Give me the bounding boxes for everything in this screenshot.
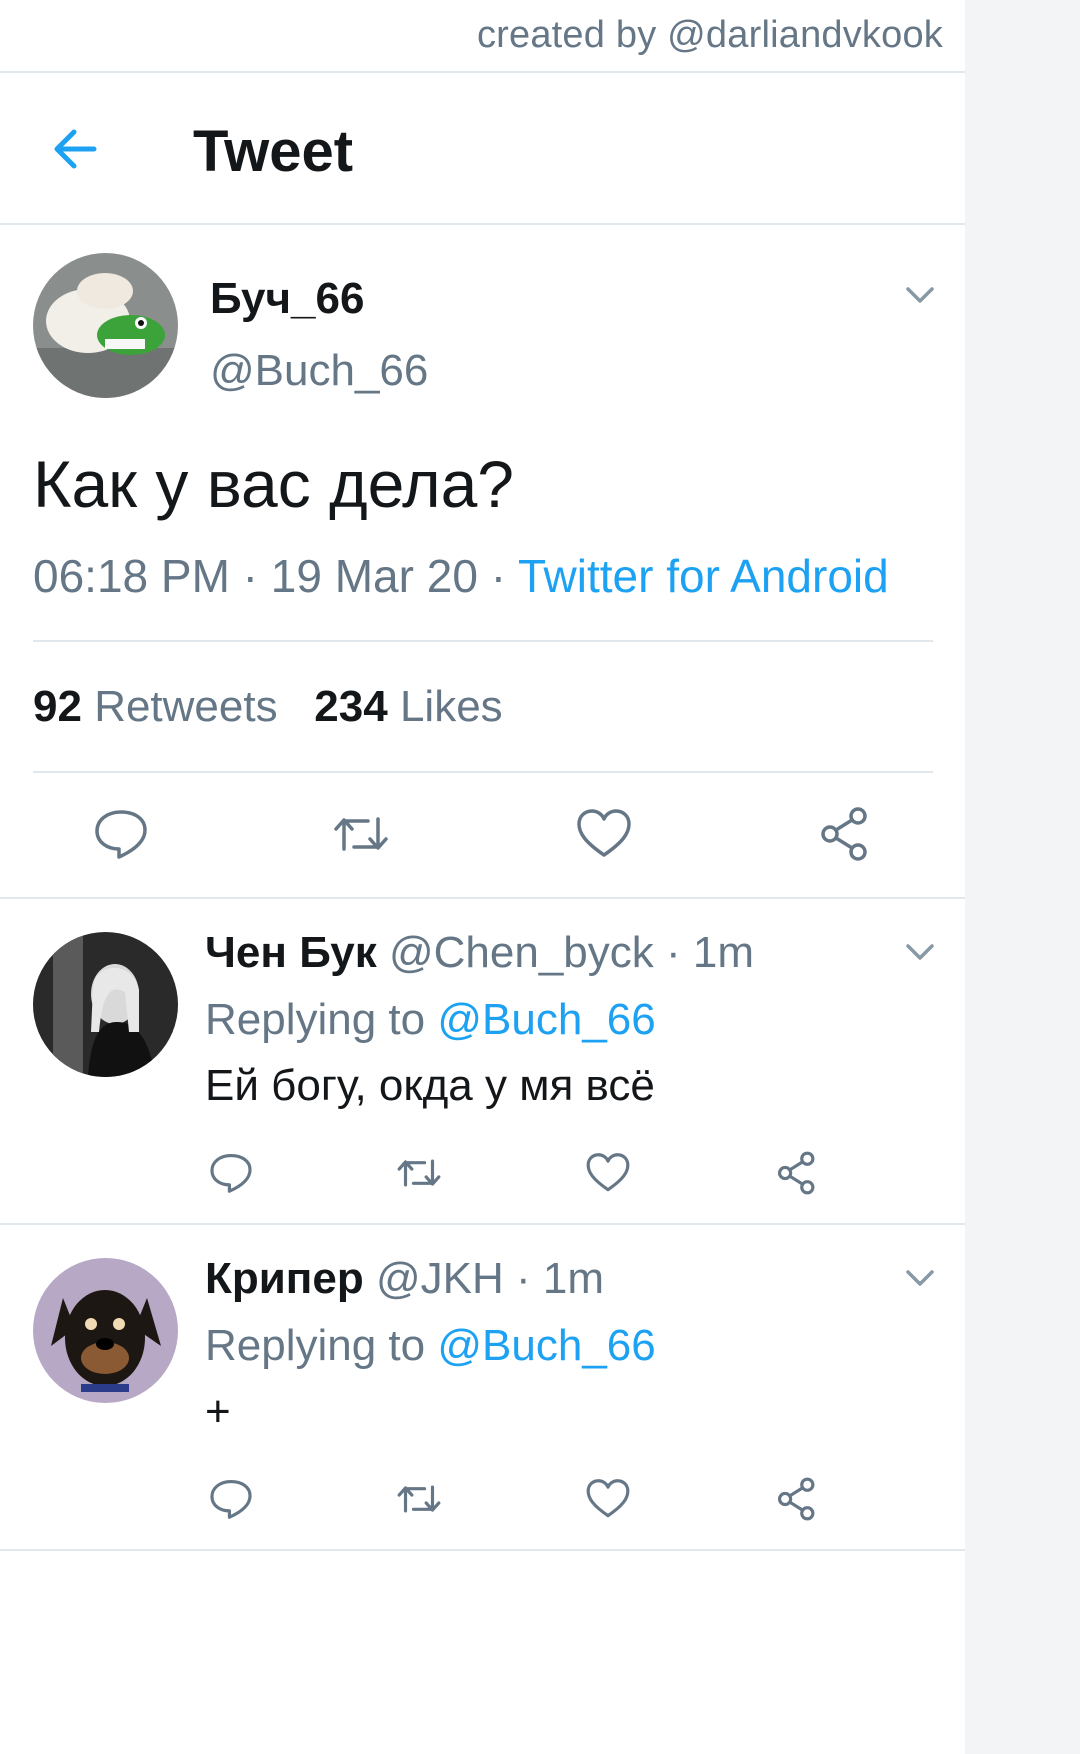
- meta-separator: ·: [477, 550, 518, 602]
- side-strip: [965, 0, 1080, 1754]
- reply-icon: [95, 810, 147, 859]
- author-name[interactable]: Буч_66: [210, 274, 364, 324]
- like-icon: [586, 1153, 630, 1192]
- reply-time: 1m: [692, 928, 754, 977]
- retweet-button[interactable]: [394, 1476, 444, 1522]
- like-icon: [577, 809, 631, 857]
- likes-label: Likes: [399, 682, 503, 731]
- divider: [0, 223, 965, 225]
- chevron-down-icon: [906, 1270, 934, 1286]
- reply-options-button[interactable]: [902, 934, 938, 970]
- tweet-text: Как у вас дела?: [33, 447, 515, 521]
- share-button[interactable]: [774, 1476, 820, 1522]
- reply-button[interactable]: [92, 805, 150, 863]
- retweets-count: 92: [33, 682, 82, 731]
- reply-icon: [210, 1153, 252, 1193]
- replying-to-link[interactable]: @Buch_66: [437, 995, 655, 1044]
- like-button[interactable]: [585, 1150, 631, 1196]
- reply-icon: [210, 1479, 252, 1519]
- author-handle[interactable]: @Buch_66: [210, 346, 428, 396]
- like-button[interactable]: [575, 805, 633, 863]
- replying-to: Replying to @Buch_66: [205, 995, 656, 1045]
- share-icon: [777, 1151, 815, 1195]
- share-button[interactable]: [774, 1150, 820, 1196]
- retweet-button[interactable]: [330, 805, 392, 863]
- reply-options-button[interactable]: [902, 1260, 938, 1296]
- replying-to-label: Replying to: [205, 1321, 426, 1370]
- retweet-icon: [334, 817, 388, 851]
- reply-button[interactable]: [208, 1476, 254, 1522]
- reply-avatar[interactable]: [33, 1258, 178, 1403]
- reply-author-handle[interactable]: @JKH: [376, 1254, 504, 1303]
- tweet-date: 19 Mar 20: [270, 550, 478, 602]
- reply-author-name[interactable]: Чен Бук: [205, 928, 377, 977]
- likes-stat[interactable]: 234 Likes: [314, 682, 502, 731]
- tweet-options-button[interactable]: [902, 277, 938, 313]
- screen: created by @darliandvkook Tweet Буч_66 @…: [0, 0, 1080, 1754]
- share-icon: [777, 1477, 815, 1521]
- meta-separator: ·: [229, 550, 271, 602]
- back-button[interactable]: [48, 120, 106, 178]
- divider: [0, 1223, 965, 1225]
- reply-text: Ей богу, окда у мя всё: [205, 1061, 655, 1110]
- chevron-down-icon: [906, 944, 934, 960]
- divider: [0, 897, 965, 899]
- tweet-meta: 06:18 PM · 19 Mar 20 · Twitter for Andro…: [33, 549, 889, 603]
- retweets-label: Retweets: [94, 682, 278, 731]
- like-button[interactable]: [585, 1476, 631, 1522]
- likes-count: 234: [314, 682, 388, 731]
- retweet-button[interactable]: [394, 1150, 444, 1196]
- retweet-icon: [397, 1485, 441, 1513]
- reply-button[interactable]: [208, 1150, 254, 1196]
- page-title: Tweet: [193, 119, 354, 184]
- replying-to-label: Replying to: [205, 995, 426, 1044]
- like-icon: [586, 1479, 630, 1518]
- tweet-source-link[interactable]: Twitter for Android: [518, 550, 889, 602]
- reply-time: 1m: [542, 1254, 604, 1303]
- tweet-detail-view: created by @darliandvkook Tweet Буч_66 @…: [0, 0, 965, 1754]
- replying-to: Replying to @Buch_66: [205, 1321, 656, 1371]
- avatar[interactable]: [33, 253, 178, 398]
- share-button[interactable]: [816, 805, 874, 863]
- chevron-down-icon: [906, 287, 934, 303]
- reply-author-handle[interactable]: @Chen_byck: [389, 928, 654, 977]
- divider: [33, 640, 933, 642]
- reply-text: +: [205, 1387, 231, 1436]
- tweet-time: 06:18 PM: [33, 550, 230, 602]
- reply-header: Чен Бук @Chen_byck · 1m: [205, 928, 754, 977]
- divider: [0, 71, 965, 73]
- retweet-icon: [397, 1159, 441, 1187]
- reply-avatar[interactable]: [33, 932, 178, 1077]
- arrow-left-icon: [54, 129, 97, 169]
- divider: [0, 1549, 965, 1551]
- retweets-stat[interactable]: 92 Retweets: [33, 682, 278, 731]
- reply-author-name[interactable]: Крипер: [205, 1254, 364, 1303]
- tweet-stats: 92 Retweets 234 Likes: [33, 682, 503, 732]
- reply-header: Крипер @JKH · 1m: [205, 1254, 604, 1303]
- divider: [33, 771, 933, 773]
- watermark: created by @darliandvkook: [476, 14, 943, 56]
- replying-to-link[interactable]: @Buch_66: [437, 1321, 655, 1370]
- share-icon: [821, 807, 867, 861]
